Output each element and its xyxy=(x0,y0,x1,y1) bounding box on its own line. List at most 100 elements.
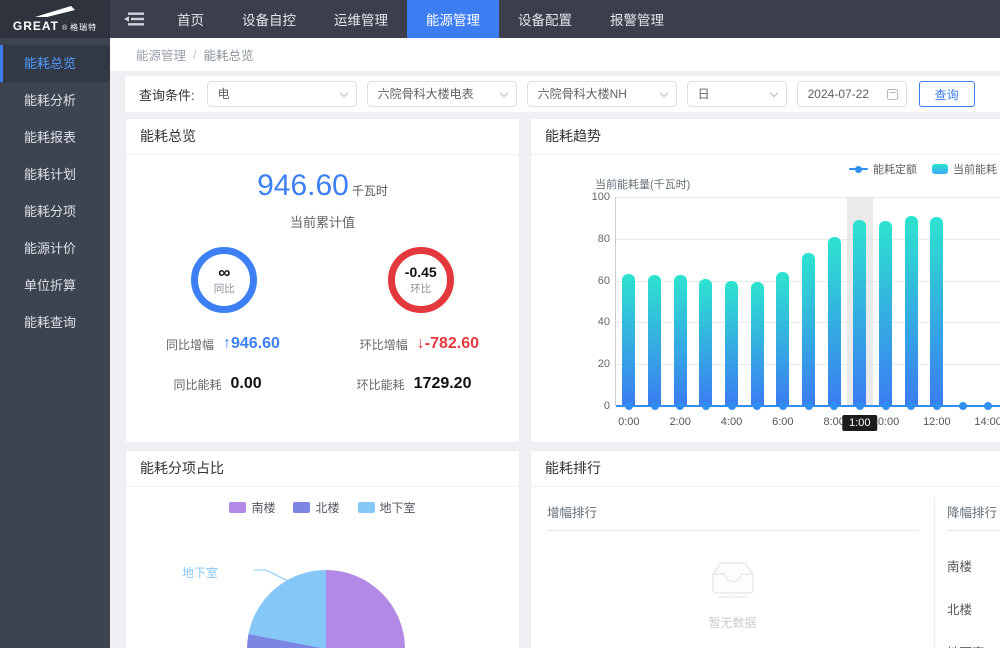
trend-bar[interactable] xyxy=(622,274,635,406)
sidebar-item-energy-overview[interactable]: 能耗总览 xyxy=(0,45,110,82)
y-tick-label: 40 xyxy=(580,316,610,328)
nav-item-energy-management[interactable]: 能源管理 xyxy=(407,0,499,38)
rank-item-basement[interactable]: 地下室 xyxy=(935,632,1000,648)
yoy-ring-value: ∞ xyxy=(218,265,230,280)
date-picker[interactable]: 2024-07-22 xyxy=(797,81,907,107)
content-area: 查询条件: 电 六院骨科大楼电表 六院骨科大楼NH 日 2024-07-22 查… xyxy=(110,72,1000,648)
trend-bar[interactable] xyxy=(776,272,789,406)
increase-rank-header: 增幅排行 xyxy=(547,502,934,521)
current-total-value: 946.60 xyxy=(257,169,349,202)
sidebar-item-energy-plan[interactable]: 能耗计划 xyxy=(0,156,110,193)
nav-item-ops-management[interactable]: 运维管理 xyxy=(315,0,407,38)
breadcrumb: 能源管理 / 能耗总览 xyxy=(110,38,1000,72)
main-menu: 首页 设备自控 运维管理 能源管理 设备配置 报警管理 xyxy=(158,0,683,38)
trend-bar[interactable] xyxy=(828,237,841,406)
energy-type-select[interactable]: 电 xyxy=(207,81,357,107)
period-value: 日 xyxy=(698,87,710,101)
trend-bar[interactable] xyxy=(879,221,892,406)
sidebar-item-unit-conversion[interactable]: 单位折算 xyxy=(0,267,110,304)
quota-line-dot xyxy=(805,402,813,410)
energy-breakdown-card: 能耗分项占比 南楼 北楼 地下室 xyxy=(125,450,520,648)
y-tick-label: 0 xyxy=(580,400,610,412)
quota-line-dot xyxy=(933,402,941,410)
mom-ring: -0.45 环比 xyxy=(388,247,454,313)
query-button[interactable]: 查询 xyxy=(919,81,975,107)
building-value: 六院骨科大楼NH xyxy=(538,87,627,101)
empty-text: 暂无数据 xyxy=(531,614,934,631)
logo-swoosh-icon xyxy=(33,6,77,18)
bar-series-icon xyxy=(932,164,948,174)
current-total-unit: 千瓦时 xyxy=(352,184,388,198)
quota-line-dot xyxy=(882,402,890,410)
overview-card-title: 能耗总览 xyxy=(126,119,519,155)
y-axis-title: 当前能耗量(千瓦时) xyxy=(595,176,690,192)
sidebar-item-energy-query[interactable]: 能耗查询 xyxy=(0,304,110,341)
gridline xyxy=(616,197,1000,198)
period-select[interactable]: 日 xyxy=(687,81,787,107)
sidebar-item-energy-breakdown[interactable]: 能耗分项 xyxy=(0,193,110,230)
nav-item-home[interactable]: 首页 xyxy=(158,0,223,38)
chevron-down-icon xyxy=(769,89,777,97)
y-tick-label: 20 xyxy=(580,358,610,370)
energy-overview-card: 能耗总览 946.60千瓦时 当前累计值 ∞ 同比 -0.45 环比 xyxy=(125,118,520,443)
empty-box-icon xyxy=(708,559,758,599)
yoy-growth-value: ↑946.60 xyxy=(223,335,280,353)
x-tick-label: 0:00 xyxy=(609,416,649,428)
pie-label-basement: 地下室 xyxy=(182,564,218,581)
up-arrow-icon: ↑ xyxy=(223,335,231,352)
trend-bar[interactable] xyxy=(905,216,918,406)
date-value: 2024-07-22 xyxy=(808,87,869,101)
yoy-growth-label: 同比增幅 xyxy=(166,336,214,353)
breadcrumb-section[interactable]: 能源管理 xyxy=(136,45,186,64)
trend-bar[interactable] xyxy=(725,281,738,406)
trend-bar[interactable] xyxy=(648,275,661,406)
nav-item-device-autocontrol[interactable]: 设备自控 xyxy=(223,0,315,38)
meter-value: 六院骨科大楼电表 xyxy=(378,87,474,101)
y-tick-label: 60 xyxy=(580,275,610,287)
rank-item-north[interactable]: 北楼 xyxy=(935,589,1000,632)
chevron-down-icon xyxy=(339,89,347,97)
empty-state: 暂无数据 xyxy=(531,559,934,631)
trend-chart[interactable]: 0204060801000:002:004:006:008:0010:0012:… xyxy=(615,197,1000,406)
legend-item-quota[interactable]: 能耗定额 xyxy=(849,161,917,177)
meter-select[interactable]: 六院骨科大楼电表 xyxy=(367,81,517,107)
chevron-down-icon xyxy=(499,89,507,97)
trend-legend: 能耗定额 当前能耗 xyxy=(849,161,997,177)
legend-item-current[interactable]: 当前能耗 xyxy=(932,161,997,177)
decrease-rank-header: 降幅排行 xyxy=(947,502,1000,521)
sidebar-collapse-button[interactable] xyxy=(110,0,158,38)
sidebar-item-energy-report[interactable]: 能耗报表 xyxy=(0,119,110,156)
mom-energy-label: 环比能耗 xyxy=(357,376,405,393)
rank-item-south[interactable]: 南楼 xyxy=(935,546,1000,589)
chevron-down-icon xyxy=(659,89,667,97)
x-tick-label: 14:00 xyxy=(968,416,1000,428)
query-condition-label: 查询条件: xyxy=(139,85,195,104)
quota-line-dot xyxy=(728,402,736,410)
pie-chart-area: 南楼 北楼 地下室 地下室 xyxy=(126,487,519,648)
trend-bar[interactable] xyxy=(674,275,687,406)
current-total-caption: 当前累计值 xyxy=(126,212,519,231)
quota-line-dot xyxy=(702,402,710,410)
nav-item-alarm-management[interactable]: 报警管理 xyxy=(591,0,683,38)
nav-item-device-config[interactable]: 设备配置 xyxy=(499,0,591,38)
building-select[interactable]: 六院骨科大楼NH xyxy=(527,81,677,107)
trend-bar[interactable] xyxy=(751,282,764,406)
quota-line-dot xyxy=(779,402,787,410)
logo-cn-text: 格瑞特 xyxy=(70,22,97,33)
top-navbar: GREAT® 格瑞特 首页 设备自控 运维管理 能源管理 设备配置 报警管理 xyxy=(0,0,1000,38)
yoy-ring-label: 同比 xyxy=(214,281,235,296)
axis-tooltip: 1:00 xyxy=(842,415,877,431)
legend-current-label: 当前能耗 xyxy=(953,161,997,177)
sidebar: 能耗总览 能耗分析 能耗报表 能耗计划 能耗分项 能源计价 单位折算 能耗查询 xyxy=(0,38,110,648)
energy-type-value: 电 xyxy=(218,87,230,101)
x-tick-label: 6:00 xyxy=(763,416,803,428)
line-series-icon xyxy=(849,168,868,170)
trend-bar[interactable] xyxy=(802,253,815,406)
trend-bar[interactable] xyxy=(699,279,712,406)
trend-bar[interactable] xyxy=(853,220,866,406)
down-arrow-icon: ↓ xyxy=(417,335,425,352)
trend-bar[interactable] xyxy=(930,217,943,406)
sidebar-item-energy-analysis[interactable]: 能耗分析 xyxy=(0,82,110,119)
quota-line-dot xyxy=(984,402,992,410)
sidebar-item-energy-pricing[interactable]: 能源计价 xyxy=(0,230,110,267)
